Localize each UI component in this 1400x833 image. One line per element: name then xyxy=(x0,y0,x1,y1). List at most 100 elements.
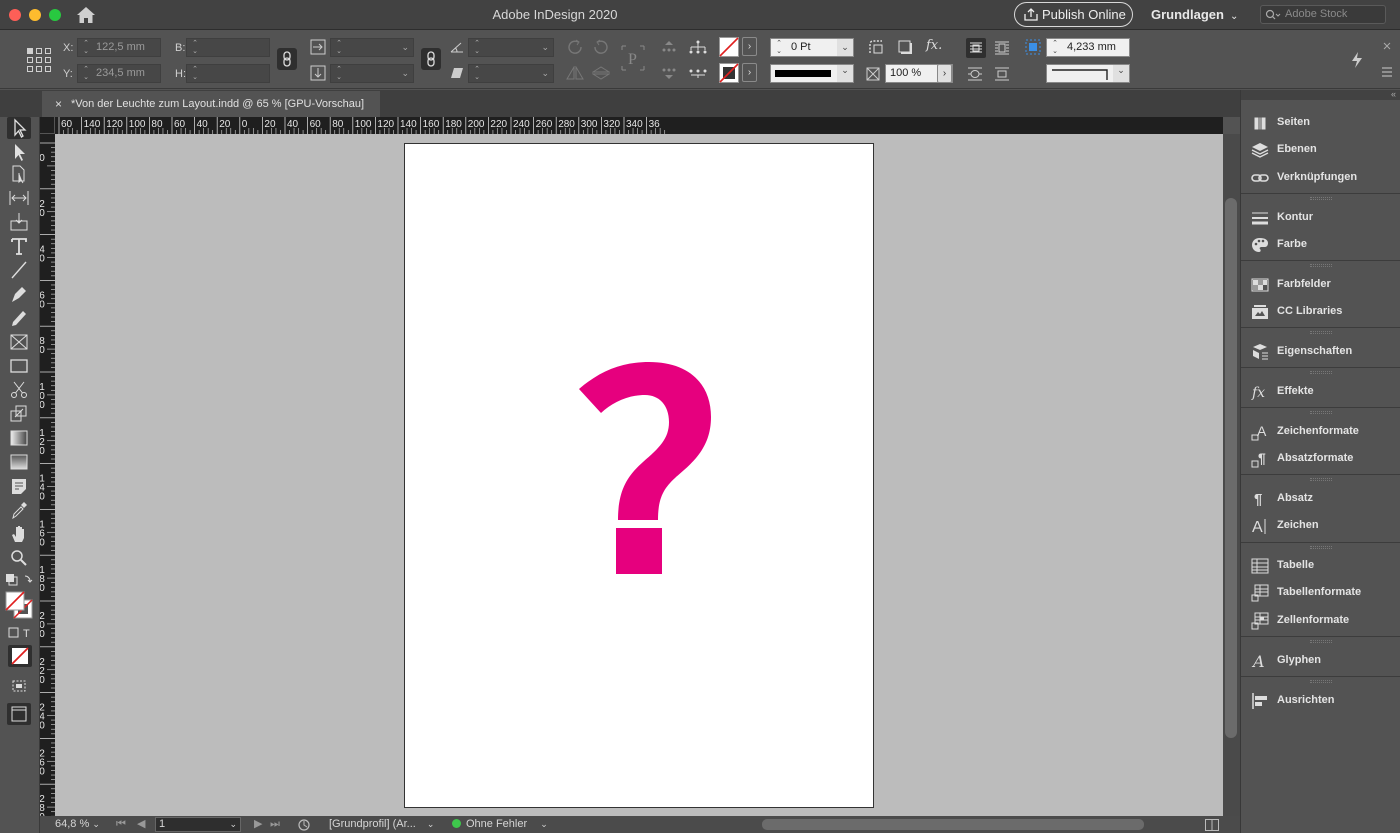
stepper-icon[interactable]: ⌃ ⌄ xyxy=(81,66,91,82)
panel-zellenformate[interactable]: Zellenformate xyxy=(1241,608,1400,634)
pencil-tool[interactable] xyxy=(7,307,31,329)
panel-effekte[interactable]: fx Effekte xyxy=(1241,379,1400,405)
rectangle-tool[interactable] xyxy=(7,355,31,377)
open-file-icon[interactable] xyxy=(298,819,311,831)
scale-y-field[interactable]: ⌃ ⌄ ⌄ xyxy=(330,64,414,83)
stepper-icon[interactable]: ⌃ ⌄ xyxy=(774,40,784,56)
chevron-down-icon[interactable]: ⌄ xyxy=(540,819,548,829)
color-profile-field[interactable]: [Grundprofil] (Ar... ⌄ xyxy=(329,816,434,833)
hand-tool[interactable] xyxy=(7,523,31,545)
publish-online-button[interactable]: Publish Online xyxy=(1014,2,1133,27)
document-page[interactable] xyxy=(404,143,874,808)
flip-vertical-icon[interactable] xyxy=(592,66,610,80)
panel-group-grip[interactable] xyxy=(1310,545,1332,549)
effects-fx-icon[interactable]: fx. xyxy=(926,38,942,53)
panel-absatzformate[interactable]: ¶ Absatzformate xyxy=(1241,446,1400,472)
panel-kontur[interactable]: Kontur xyxy=(1241,205,1400,231)
gradient-swatch-tool[interactable] xyxy=(7,427,31,449)
panel-farbfelder[interactable]: Farbfelder xyxy=(1241,272,1400,298)
split-layout-icon[interactable] xyxy=(1205,819,1219,831)
stepper-icon[interactable]: ⌃ ⌄ xyxy=(472,66,482,82)
vertical-scrollbar-thumb[interactable] xyxy=(1225,198,1237,738)
panel-group-grip[interactable] xyxy=(1310,331,1332,335)
stepper-icon[interactable]: ⌃ ⌄ xyxy=(334,66,344,82)
stroke-swatch-menu-button[interactable]: › xyxy=(742,63,757,82)
preflight-status[interactable]: Ohne Fehler ⌄ xyxy=(452,816,548,833)
panel-seiten[interactable]: Seiten xyxy=(1241,110,1400,136)
panel-cc-libraries[interactable]: CC Libraries xyxy=(1241,299,1400,325)
chevron-down-icon[interactable]: ⌄ xyxy=(92,819,100,829)
panel-group-grip[interactable] xyxy=(1310,264,1332,268)
expand-panels-chevron-icon[interactable]: « xyxy=(1391,89,1396,99)
panel-zeichenformate[interactable]: A Zeichenformate xyxy=(1241,419,1400,445)
last-page-icon[interactable]: ⏭ xyxy=(270,816,280,833)
opacity-field[interactable]: 100 % › xyxy=(885,64,953,83)
select-previous-object-icon[interactable] xyxy=(688,66,708,80)
chevron-down-icon[interactable]: ⌄ xyxy=(427,819,435,829)
question-mark-glyph[interactable] xyxy=(579,362,719,582)
screen-mode-button[interactable] xyxy=(7,675,31,697)
stroke-type-dropdown[interactable]: ⌄ xyxy=(770,64,854,83)
stroke-none-swatch-icon[interactable] xyxy=(719,63,739,83)
direct-selection-tool[interactable] xyxy=(7,141,31,163)
rotate-clockwise-icon[interactable] xyxy=(566,39,584,55)
vertical-ruler[interactable]: 0 20 40 60 80 100 120 140 160 180 200 220 240 260 280 xyxy=(40,134,55,816)
first-page-icon[interactable]: ⏮ xyxy=(116,816,126,833)
scale-x-field[interactable]: ⌃ ⌄ ⌄ xyxy=(330,38,414,57)
panel-close-icon[interactable] xyxy=(1382,41,1392,51)
stepper-icon[interactable]: ⌃ ⌄ xyxy=(472,40,482,56)
corner-options-icon[interactable] xyxy=(868,39,884,55)
text-wrap-none-button[interactable] xyxy=(966,38,986,58)
gap-field[interactable]: ⌃ ⌄ 4,233 mm xyxy=(1046,38,1130,57)
opacity-menu-button[interactable]: › xyxy=(937,64,952,83)
panel-group-grip[interactable] xyxy=(1310,478,1332,482)
chevron-down-icon[interactable]: ⌄ xyxy=(541,65,549,82)
panel-farbe[interactable]: Farbe xyxy=(1241,232,1400,258)
stepper-icon[interactable]: ⌃ ⌄ xyxy=(334,40,344,56)
panel-ebenen[interactable]: Ebenen xyxy=(1241,137,1400,163)
fill-none-swatch-icon[interactable] xyxy=(719,37,739,57)
select-content-icon[interactable] xyxy=(661,66,677,80)
panel-absatz[interactable]: ¶ Absatz xyxy=(1241,486,1400,512)
chevron-down-icon[interactable]: ⌄ xyxy=(837,39,853,56)
workspace-switcher[interactable]: Grundlagen ⌄ xyxy=(1151,7,1238,22)
ruler-origin[interactable] xyxy=(40,117,55,134)
chevron-down-icon[interactable]: ⌄ xyxy=(401,39,409,56)
stepper-icon[interactable]: ⌃ ⌄ xyxy=(81,40,91,56)
stepper-icon[interactable]: ⌃ ⌄ xyxy=(190,40,200,56)
panel-group-grip[interactable] xyxy=(1310,371,1332,375)
height-field[interactable]: ⌃ ⌄ xyxy=(186,64,270,83)
panel-group-grip[interactable] xyxy=(1310,411,1332,415)
chevron-down-icon[interactable]: ⌄ xyxy=(837,65,853,82)
line-tool[interactable] xyxy=(7,259,31,281)
gradient-feather-tool[interactable] xyxy=(7,451,31,473)
pen-tool[interactable] xyxy=(7,283,31,305)
flip-horizontal-icon[interactable] xyxy=(566,66,584,80)
selection-tool[interactable] xyxy=(7,117,31,139)
stroke-weight-field[interactable]: ⌃ ⌄ 0 Pt ⌄ xyxy=(770,38,854,57)
rectangle-frame-tool[interactable] xyxy=(7,331,31,353)
constrain-proportions-button[interactable] xyxy=(277,48,297,70)
previous-page-icon[interactable]: ◀ xyxy=(137,816,145,833)
fill-swatch-menu-button[interactable]: › xyxy=(742,37,757,56)
document-tab[interactable]: × *Von der Leuchte zum Layout.indd @ 65 … xyxy=(42,91,380,117)
chevron-down-icon[interactable]: ⌄ xyxy=(541,39,549,56)
chevron-down-icon[interactable]: ⌄ xyxy=(1113,65,1129,82)
text-wrap-object-shape-icon[interactable] xyxy=(966,65,984,83)
constrain-scale-button[interactable] xyxy=(421,48,441,70)
width-field[interactable]: ⌃ ⌄ xyxy=(186,38,270,57)
panel-group-grip[interactable] xyxy=(1310,679,1332,683)
note-tool[interactable] xyxy=(7,475,31,497)
stepper-icon[interactable]: ⌃ ⌄ xyxy=(1050,40,1060,56)
panel-ausrichten[interactable]: Ausrichten xyxy=(1241,688,1400,714)
chevron-down-icon[interactable]: ⌄ xyxy=(401,65,409,82)
panel-tabellenformate[interactable]: Tabellenformate xyxy=(1241,580,1400,606)
panel-verknüpfungen[interactable]: Verknüpfungen xyxy=(1241,165,1400,191)
panel-zeichen[interactable]: A Zeichen xyxy=(1241,513,1400,539)
rotate-counterclockwise-icon[interactable] xyxy=(592,39,610,55)
object-style-dropdown[interactable]: ⌄ xyxy=(1046,64,1130,83)
panel-glyphen[interactable]: A Glyphen xyxy=(1241,648,1400,674)
shear-angle-field[interactable]: ⌃ ⌄ ⌄ xyxy=(468,64,554,83)
rotation-angle-field[interactable]: ⌃ ⌄ ⌄ xyxy=(468,38,554,57)
horizontal-scrollbar-thumb[interactable] xyxy=(762,819,1144,830)
